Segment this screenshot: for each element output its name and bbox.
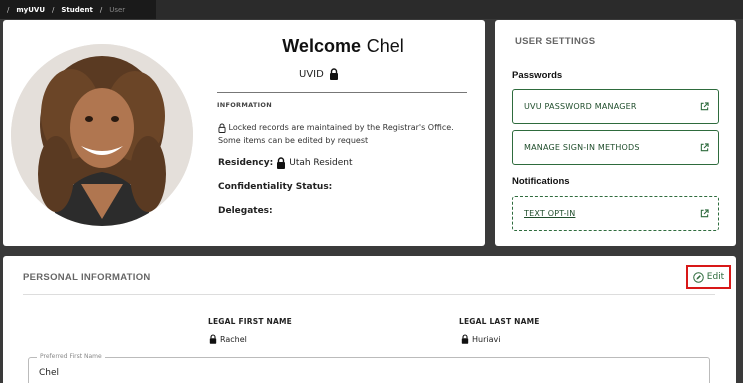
residency-label: Residency: bbox=[218, 158, 274, 168]
breadcrumb-myuvu[interactable]: myUVU bbox=[16, 6, 45, 14]
external-link-icon bbox=[700, 102, 709, 111]
lock-icon bbox=[209, 334, 217, 344]
confidentiality-field: Confidentiality Status: bbox=[218, 182, 332, 192]
breadcrumb-current: User bbox=[109, 5, 126, 14]
lock-icon bbox=[329, 68, 338, 80]
legal-first-name-label: LEGAL FIRST NAME bbox=[208, 317, 292, 326]
sign-in-methods-label: MANAGE SIGN-IN METHODS bbox=[524, 143, 640, 152]
personal-information-card: PERSONAL INFORMATION Edit LEGAL FIRST NA… bbox=[3, 256, 736, 383]
preferred-first-name-label: Preferred First Name bbox=[37, 353, 105, 360]
personal-divider bbox=[23, 294, 715, 295]
preferred-first-name-input[interactable]: Preferred First Name Chel bbox=[28, 353, 710, 383]
edit-pencil-icon bbox=[693, 271, 704, 283]
preferred-first-name-value: Chel bbox=[39, 368, 60, 378]
breadcrumb-separator: / bbox=[52, 5, 55, 14]
password-manager-label: UVU PASSWORD MANAGER bbox=[524, 102, 637, 111]
information-heading: INFORMATION bbox=[217, 101, 272, 109]
legal-last-name-value: Huriavi bbox=[472, 334, 501, 344]
top-bar: / myUVU / Student / User bbox=[0, 0, 743, 19]
welcome-prefix: Welcome bbox=[282, 36, 361, 56]
edit-label: Edit bbox=[706, 272, 725, 282]
breadcrumb-separator: / bbox=[99, 5, 103, 14]
legal-last-name-field: Huriavi bbox=[461, 334, 500, 344]
delegates-field: Delegates: bbox=[218, 206, 273, 216]
breadcrumb: / myUVU / Student / User bbox=[0, 0, 156, 19]
user-name: Chel bbox=[366, 36, 404, 56]
welcome-heading: Welcome Chel bbox=[213, 36, 473, 57]
profile-photo bbox=[11, 44, 193, 226]
confidentiality-label: Confidentiality Status: bbox=[218, 182, 333, 192]
user-settings-card: USER SETTINGS Passwords UVU PASSWORD MAN… bbox=[495, 20, 736, 246]
legal-last-name-label: LEGAL LAST NAME bbox=[459, 317, 540, 326]
uvid-label: UVID bbox=[299, 68, 324, 80]
residency-field: Residency: Utah Resident bbox=[218, 157, 353, 169]
breadcrumb-separator: / bbox=[7, 5, 10, 14]
locked-records-note: Locked records are maintained by the Reg… bbox=[218, 121, 468, 147]
user-settings-title: USER SETTINGS bbox=[515, 36, 596, 47]
locked-note-text: Locked records are maintained by the Reg… bbox=[218, 123, 454, 145]
profile-card: Welcome Chel UVID INFORMATION Locked rec… bbox=[3, 20, 485, 246]
breadcrumb-student[interactable]: Student bbox=[61, 6, 92, 14]
password-manager-button[interactable]: UVU PASSWORD MANAGER bbox=[512, 89, 719, 124]
text-opt-in-button[interactable]: TEXT OPT-IN bbox=[512, 196, 719, 231]
lock-icon bbox=[277, 157, 286, 169]
text-opt-in-label: TEXT OPT-IN bbox=[524, 209, 576, 218]
notifications-label: Notifications bbox=[512, 176, 570, 187]
edit-button[interactable]: Edit bbox=[686, 265, 731, 289]
residency-value: Utah Resident bbox=[289, 158, 353, 168]
passwords-label: Passwords bbox=[512, 70, 563, 81]
delegates-label: Delegates: bbox=[218, 206, 273, 216]
manage-sign-in-methods-button[interactable]: MANAGE SIGN-IN METHODS bbox=[512, 130, 719, 165]
legal-first-name-field: Rachel bbox=[209, 334, 247, 344]
external-link-icon bbox=[700, 209, 709, 218]
lock-icon bbox=[461, 334, 469, 344]
personal-information-title: PERSONAL INFORMATION bbox=[23, 272, 151, 283]
lock-outline-icon bbox=[218, 123, 226, 133]
avatar bbox=[11, 44, 193, 226]
legal-first-name-value: Rachel bbox=[220, 334, 247, 344]
profile-divider bbox=[217, 92, 467, 93]
external-link-icon bbox=[700, 143, 709, 152]
uvid-row: UVID bbox=[299, 68, 339, 80]
